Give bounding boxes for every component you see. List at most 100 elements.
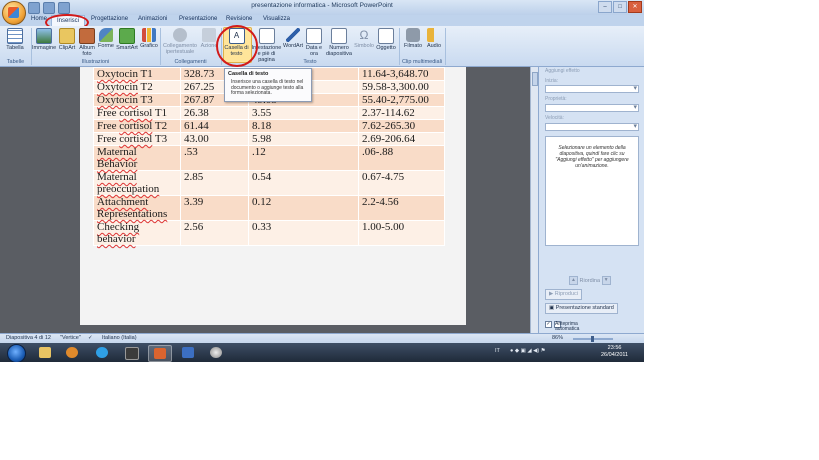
table-cell-label[interactable]: Oxytocin T2 <box>93 80 181 94</box>
slideshow-button[interactable]: ▣ Presentazione standard <box>545 303 618 314</box>
table-cell-sd[interactable]: 8.18 <box>248 119 359 133</box>
tab-progettazione[interactable]: Progettazione <box>91 16 128 22</box>
table-cell-mean[interactable]: 61.44 <box>180 119 249 133</box>
table-cell-label[interactable]: Free cortisol T2 <box>93 119 181 133</box>
clipart-button[interactable]: ClipArt <box>57 28 77 51</box>
table-cell-range[interactable]: .06-.88 <box>358 145 445 171</box>
autopreview-checkbox[interactable]: ✓ Anteprima automatica <box>545 321 579 332</box>
table-cell-range[interactable]: 2.2-4.56 <box>358 195 445 221</box>
table-cell-sd[interactable]: 3.55 <box>248 106 359 120</box>
table-cell-range[interactable]: 55.40-2,775.00 <box>358 93 445 107</box>
table-cell-label[interactable]: Free cortisol T3 <box>93 132 181 146</box>
table-row[interactable]: Attachment Representations 3.39 0.12 2.2-4.… <box>93 195 445 221</box>
table-cell-label[interactable]: Maternal Behavior <box>93 145 181 171</box>
zoom-slider[interactable] <box>573 336 613 342</box>
spellcheck-icon[interactable]: ✓ <box>88 335 93 341</box>
move-down-icon[interactable]: ▼ <box>601 276 611 285</box>
table-cell-label[interactable]: Oxytocin T1 <box>93 67 181 81</box>
table-cell-range[interactable]: 59.58-3,300.00 <box>358 80 445 94</box>
movie-button[interactable]: Filmato <box>402 28 424 49</box>
minimize-button[interactable]: – <box>598 1 612 13</box>
table-cell-mean[interactable]: .53 <box>180 145 249 171</box>
taskbar-word[interactable] <box>177 345 199 360</box>
maximize-button[interactable]: □ <box>613 1 627 13</box>
powerpoint-icon <box>154 348 166 359</box>
tab-animazioni[interactable]: Animazioni <box>138 16 167 22</box>
table-row[interactable]: Free cortisol T1 26.38 3.55 2.37-114.62 <box>93 106 445 120</box>
taskbar-skype[interactable] <box>91 345 113 360</box>
tab-revisione[interactable]: Revisione <box>226 16 252 22</box>
table-cell-mean[interactable]: 26.38 <box>180 106 249 120</box>
object-button[interactable]: Oggetto <box>375 28 397 51</box>
start-button[interactable] <box>7 344 26 362</box>
shapes-button[interactable]: Forme <box>97 28 115 49</box>
table-cell-sd[interactable]: 0.54 <box>248 170 359 196</box>
chart-button[interactable]: Grafico <box>139 28 159 49</box>
office-button[interactable] <box>2 1 26 25</box>
property-dropdown[interactable] <box>545 103 639 112</box>
zoom-level[interactable]: 86% <box>552 335 563 341</box>
animation-list[interactable]: Selezionare un elemento della diapositiv… <box>545 136 639 246</box>
audio-button[interactable]: Audio <box>425 28 443 49</box>
table-cell-range[interactable]: 2.37-114.62 <box>358 106 445 120</box>
table-cell-range[interactable]: 11.64-3,648.70 <box>358 67 445 81</box>
tab-presentazione[interactable]: Presentazione <box>179 16 217 22</box>
table-cell-mean[interactable]: 43.00 <box>180 132 249 146</box>
symbol-button[interactable]: Ω Simbolo <box>354 28 374 49</box>
ribbon-tabs: Home Inserisci Progettazione Animazioni … <box>0 15 644 26</box>
table-row[interactable]: Free cortisol T3 43.00 5.98 2.69-206.64 <box>93 132 445 146</box>
cell-text: .06-.88 <box>362 146 394 158</box>
clock[interactable]: 23:56 26/04/2011 <box>601 345 628 359</box>
language-indicator[interactable]: Italiano (Italia) <box>102 335 137 341</box>
taskbar-app[interactable] <box>120 345 142 360</box>
table-cell-label[interactable]: Maternal preoccupation <box>93 170 181 196</box>
table-cell-sd[interactable]: 5.98 <box>248 132 359 146</box>
slide-number-button[interactable]: Numero diapositiva <box>325 28 353 57</box>
table-cell-sd[interactable]: .12 <box>248 145 359 171</box>
start-dropdown[interactable] <box>545 84 639 93</box>
table-cell-mean[interactable]: 3.39 <box>180 195 249 221</box>
table-cell-sd[interactable]: 0.33 <box>248 220 359 246</box>
smartart-button[interactable]: SmartArt <box>115 28 139 51</box>
table-cell-label[interactable]: Oxytocin T3 <box>93 93 181 107</box>
move-up-icon[interactable]: ▲ <box>569 276 578 285</box>
hyperlink-button[interactable]: Collegamento ipertestuale <box>162 28 198 55</box>
tab-visualizza[interactable]: Visualizza <box>263 16 290 22</box>
table-cell-label[interactable]: Free cortisol T1 <box>93 106 181 120</box>
cell-text: 59.58-3,300.00 <box>362 81 429 93</box>
table-row[interactable]: Checking behavior 2.56 0.33 1.00-5.00 <box>93 220 445 246</box>
taskbar-media-player[interactable] <box>61 345 83 360</box>
taskbar-powerpoint[interactable] <box>148 345 172 362</box>
hyperlink-icon <box>173 28 187 42</box>
play-button[interactable]: ▶ Riproduci <box>545 289 582 300</box>
tray-language[interactable]: IT <box>495 348 500 354</box>
table-cell-range[interactable]: 7.62-265.30 <box>358 119 445 133</box>
taskbar-explorer[interactable] <box>34 345 56 360</box>
table-cell-mean[interactable]: 2.56 <box>180 220 249 246</box>
date-time-icon <box>306 28 322 44</box>
close-button[interactable]: ✕ <box>628 1 642 13</box>
table-cell-range[interactable]: 0.67-4.75 <box>358 170 445 196</box>
table-row[interactable]: Maternal preoccupation 2.85 0.54 0.67-4.75 <box>93 170 445 196</box>
table-cell-label[interactable]: Attachment Representations <box>93 195 181 221</box>
highlight-circle <box>216 25 258 67</box>
table-cell-range[interactable]: 1.00-5.00 <box>358 220 445 246</box>
photo-album-button[interactable]: Album foto <box>77 28 97 57</box>
table-row[interactable]: Free cortisol T2 61.44 8.18 7.62-265.30 <box>93 119 445 133</box>
cell-text: .12 <box>252 146 266 158</box>
taskbar-disc[interactable] <box>205 345 227 360</box>
tray-icons[interactable]: ● ◆ ▣ ◢ ◀) ⚑ <box>510 348 546 354</box>
table-cell-mean[interactable]: 2.85 <box>180 170 249 196</box>
table-cell-range[interactable]: 2.69-206.64 <box>358 132 445 146</box>
table-button[interactable]: Tabella <box>5 28 25 51</box>
zoom-knob[interactable] <box>591 336 594 342</box>
table-cell-label[interactable]: Checking behavior <box>93 220 181 246</box>
picture-button[interactable]: Immagine <box>32 28 56 51</box>
table-row[interactable]: Maternal Behavior .53 .12 .06-.88 <box>93 145 445 171</box>
speed-dropdown[interactable] <box>545 122 639 131</box>
table-cell-sd[interactable]: 0.12 <box>248 195 359 221</box>
date-time-button[interactable]: Data e ora <box>304 28 324 57</box>
slide-canvas[interactable]: Oxytocin T1 328.73 11.64-3,648.70 Oxytocin … <box>80 67 466 325</box>
wordart-button[interactable]: WordArt <box>283 28 303 49</box>
action-icon <box>202 28 216 42</box>
